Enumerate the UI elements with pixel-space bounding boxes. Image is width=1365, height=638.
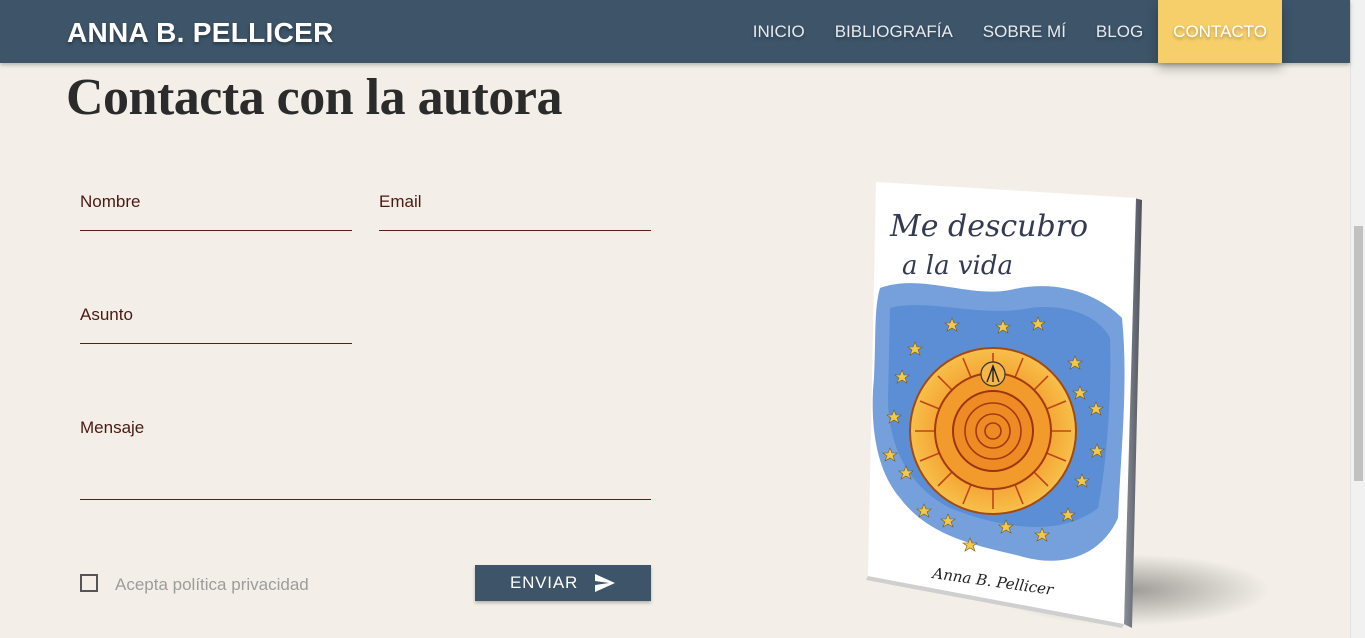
page-title: Contacta con la autora	[66, 69, 562, 126]
send-button[interactable]: ENVIAR	[475, 565, 651, 601]
nav-item-blog[interactable]: BLOG	[1081, 0, 1158, 63]
privacy-checkbox[interactable]	[80, 574, 98, 592]
subject-field[interactable]: Asunto	[80, 303, 352, 344]
nav-item-sobre-mi[interactable]: SOBRE MÍ	[968, 0, 1081, 63]
name-field[interactable]: Nombre	[80, 190, 352, 231]
email-field[interactable]: Email	[379, 190, 651, 231]
book-illustration: Me descubro a la vida Anna B. Pellicer	[866, 182, 1270, 628]
nav-item-bibliografia[interactable]: BIBLIOGRAFÍA	[820, 0, 968, 63]
nav-item-inicio[interactable]: INICIO	[738, 0, 820, 63]
book-title-line2: a la vida	[902, 251, 1013, 281]
nav-item-contacto[interactable]: CONTACTO	[1158, 0, 1282, 63]
book-title-line1: Me descubro	[889, 209, 1088, 244]
send-button-label: ENVIAR	[509, 573, 579, 592]
subject-field-label: Asunto	[80, 305, 133, 324]
email-field-label: Email	[379, 192, 422, 211]
send-icon	[595, 574, 616, 592]
privacy-label[interactable]: Acepta política privacidad	[115, 575, 309, 595]
top-navbar: ANNA B. PELLICER INICIO BIBLIOGRAFÍA SOB…	[0, 0, 1350, 63]
message-field-label: Mensaje	[80, 418, 145, 437]
name-field-label: Nombre	[80, 192, 141, 211]
scrollbar-thumb[interactable]	[1354, 226, 1363, 481]
book-cover-image: Me descubro a la vida Anna B. Pellicer	[860, 178, 1280, 638]
site-brand[interactable]: ANNA B. PELLICER	[67, 17, 334, 49]
page-scrollbar[interactable]	[1350, 0, 1365, 638]
main-nav: INICIO BIBLIOGRAFÍA SOBRE MÍ BLOG CONTAC…	[738, 0, 1282, 63]
message-field[interactable]: Mensaje	[80, 416, 651, 500]
